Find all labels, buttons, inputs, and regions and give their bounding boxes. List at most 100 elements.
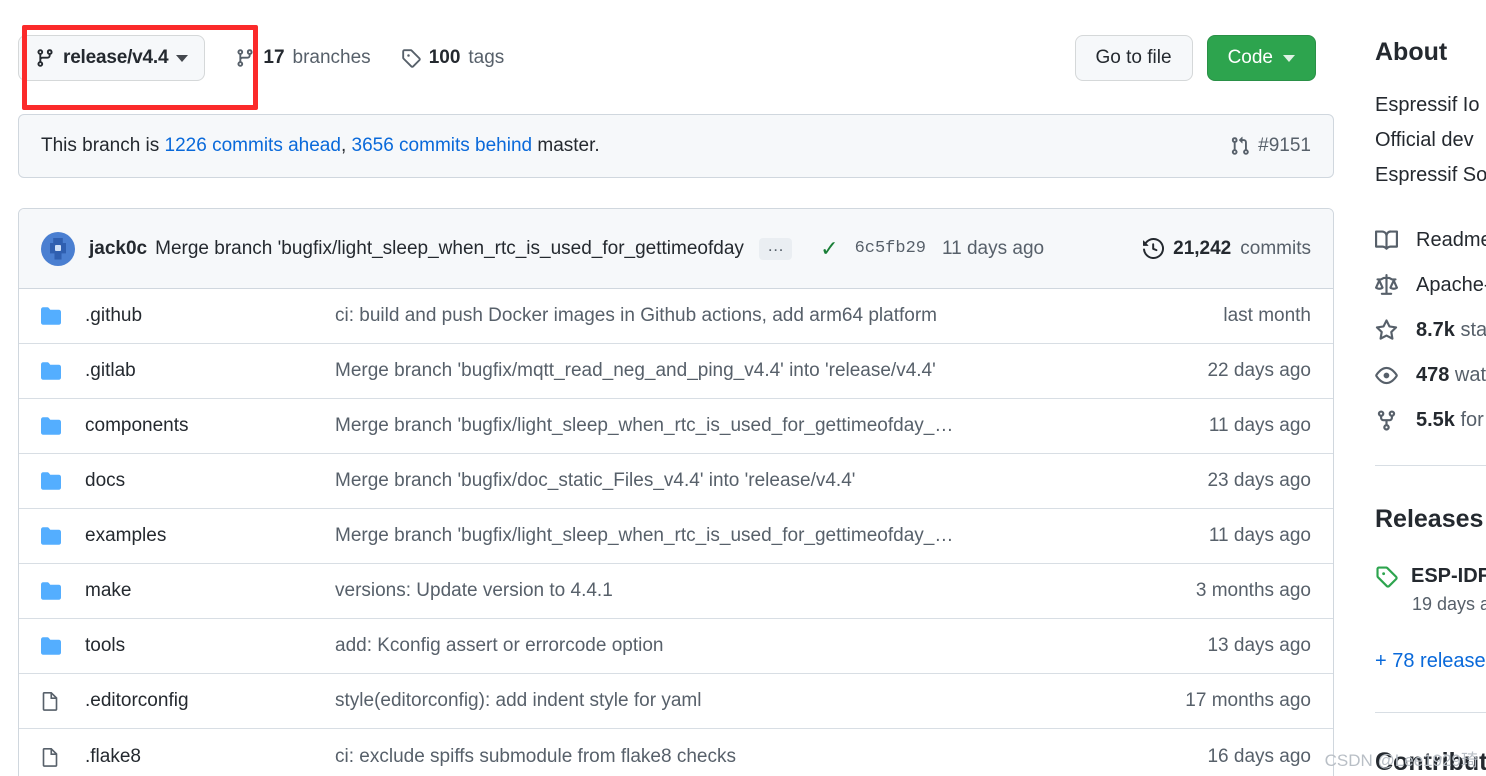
table-row[interactable]: .editorconfig style(editorconfig): add i… xyxy=(19,674,1333,729)
branch-name-label: release/v4.4 xyxy=(63,47,169,68)
history-clock-icon xyxy=(1143,238,1165,259)
license-label: Apache- xyxy=(1416,274,1486,296)
file-commit-message[interactable]: Merge branch 'bugfix/doc_static_Files_v4… xyxy=(335,470,1207,492)
forks-value: 5.5k xyxy=(1416,409,1455,431)
repository-main-column: release/v4.4 17 branches 100 tags Go to … xyxy=(0,0,1352,776)
file-name-link[interactable]: docs xyxy=(85,470,335,492)
about-meta-list: Readme Apache- 8.7k sta 478 wat 5.5k for xyxy=(1375,218,1486,443)
branch-status-separator: , xyxy=(340,135,352,156)
file-commit-message[interactable]: ci: build and push Docker images in Gith… xyxy=(335,305,1223,327)
file-commit-message[interactable]: Merge branch 'bugfix/mqtt_read_neg_and_p… xyxy=(335,360,1207,382)
table-row[interactable]: make versions: Update version to 4.4.1 3… xyxy=(19,564,1333,619)
release-age: 19 days ag xyxy=(1412,594,1486,614)
file-name-link[interactable]: .editorconfig xyxy=(85,690,335,712)
branches-count-link[interactable]: 17 branches xyxy=(235,47,371,69)
watchers-value: 478 xyxy=(1416,364,1450,386)
file-age: 13 days ago xyxy=(1207,635,1311,656)
file-commit-message[interactable]: Merge branch 'bugfix/light_sleep_when_rt… xyxy=(335,415,1209,437)
latest-commit-header: jack0c Merge branch 'bugfix/light_sleep_… xyxy=(19,209,1333,289)
file-name-link[interactable]: examples xyxy=(85,525,335,547)
table-row[interactable]: .gitlab Merge branch 'bugfix/mqtt_read_n… xyxy=(19,344,1333,399)
file-commit-message[interactable]: ci: exclude spiffs submodule from flake8… xyxy=(335,746,1207,768)
commit-author-link[interactable]: jack0c xyxy=(89,238,147,260)
file-name-link[interactable]: make xyxy=(85,580,335,602)
file-commit-message[interactable]: versions: Update version to 4.4.1 xyxy=(335,580,1196,602)
releases-heading-row: Releases 7 xyxy=(1375,505,1486,534)
file-commit-message[interactable]: style(editorconfig): add indent style fo… xyxy=(335,690,1185,712)
tags-label: tags xyxy=(468,47,505,68)
check-success-icon[interactable]: ✓ xyxy=(820,237,838,260)
watchers-link[interactable]: 478 wat xyxy=(1375,353,1486,398)
file-name-link[interactable]: .gitlab xyxy=(85,360,335,382)
table-row[interactable]: examples Merge branch 'bugfix/light_slee… xyxy=(19,509,1333,564)
forks-label: for xyxy=(1454,409,1484,431)
tags-count-link[interactable]: 100 tags xyxy=(401,47,505,69)
code-button-label: Code xyxy=(1227,47,1273,68)
contributors-heading: Contributo xyxy=(1375,748,1486,776)
pull-request-number: #9151 xyxy=(1258,135,1311,156)
stars-label: sta xyxy=(1454,319,1486,341)
star-icon xyxy=(1375,319,1399,342)
branch-selector-button[interactable]: release/v4.4 xyxy=(18,35,206,81)
git-branch-icon xyxy=(35,48,55,68)
more-releases-link[interactable]: + 78 release xyxy=(1375,650,1486,673)
sidebar-divider xyxy=(1375,465,1486,466)
sidebar-divider-2 xyxy=(1375,712,1486,713)
chevron-down-icon xyxy=(176,54,189,62)
file-age: 11 days ago xyxy=(1208,525,1311,546)
license-link[interactable]: Apache- xyxy=(1375,263,1486,308)
folder-icon xyxy=(41,361,63,381)
git-branch-icon xyxy=(235,48,255,68)
chevron-down-icon xyxy=(1283,54,1295,62)
branches-count: 17 xyxy=(263,47,285,68)
stars-link[interactable]: 8.7k sta xyxy=(1375,308,1486,353)
stars-count: 8.7k sta xyxy=(1416,319,1486,342)
folder-icon xyxy=(41,416,63,436)
file-listing-box: jack0c Merge branch 'bugfix/light_sleep_… xyxy=(18,208,1334,776)
release-tag-icon xyxy=(1375,565,1398,588)
commits-behind-link[interactable]: 3656 commits behind xyxy=(352,135,533,156)
repository-sidebar: About Espressif Io Official dev Espressi… xyxy=(1353,0,1486,776)
file-icon xyxy=(41,747,63,767)
file-name-link[interactable]: tools xyxy=(85,635,335,657)
watchers-count: 478 wat xyxy=(1416,364,1486,387)
commit-history-link[interactable]: 21,242 commits xyxy=(1143,238,1311,260)
file-age: 11 days ago xyxy=(1208,415,1311,436)
release-name[interactable]: ESP-IDF xyxy=(1411,565,1486,588)
latest-release-item[interactable]: ESP-IDF 19 days ag xyxy=(1375,565,1486,615)
commits-ahead-link[interactable]: 1226 commits ahead xyxy=(165,135,341,156)
watchers-label: wat xyxy=(1449,364,1486,386)
table-row[interactable]: tools add: Kconfig assert or errorcode o… xyxy=(19,619,1333,674)
file-commit-message[interactable]: Merge branch 'bugfix/light_sleep_when_rt… xyxy=(335,525,1209,547)
file-name-link[interactable]: .flake8 xyxy=(85,746,335,768)
readme-label: Readme xyxy=(1416,229,1486,251)
folder-icon xyxy=(41,306,63,326)
readme-link[interactable]: Readme xyxy=(1375,218,1486,263)
go-to-file-button[interactable]: Go to file xyxy=(1074,35,1193,81)
pull-request-link[interactable]: #9151 xyxy=(1230,135,1311,157)
pull-request-icon xyxy=(1230,136,1250,156)
forks-link[interactable]: 5.5k for xyxy=(1375,398,1486,443)
file-commit-message[interactable]: add: Kconfig assert or errorcode option xyxy=(335,635,1207,657)
file-icon xyxy=(41,691,63,711)
folder-icon xyxy=(41,636,63,656)
table-row[interactable]: .flake8 ci: exclude spiffs submodule fro… xyxy=(19,729,1333,776)
table-row[interactable]: docs Merge branch 'bugfix/doc_static_Fil… xyxy=(19,454,1333,509)
file-age: 23 days ago xyxy=(1207,470,1311,491)
tags-count: 100 xyxy=(428,47,461,68)
repository-toolbar: release/v4.4 17 branches 100 tags Go to … xyxy=(18,33,1334,83)
table-row[interactable]: components Merge branch 'bugfix/light_sl… xyxy=(19,399,1333,454)
table-row[interactable]: .github ci: build and push Docker images… xyxy=(19,289,1333,344)
commit-message-link[interactable]: Merge branch 'bugfix/light_sleep_when_rt… xyxy=(155,238,745,260)
expand-commit-message-button[interactable]: … xyxy=(759,237,793,260)
file-name-link[interactable]: .github xyxy=(85,305,335,327)
code-button[interactable]: Code xyxy=(1206,35,1316,81)
toolbar-actions: Go to file Code xyxy=(1074,33,1316,83)
folder-icon xyxy=(41,471,63,491)
commit-sha-link[interactable]: 6c5fb29 xyxy=(855,239,926,258)
folder-icon xyxy=(41,526,63,546)
branch-status-suffix: master. xyxy=(532,135,600,156)
file-name-link[interactable]: components xyxy=(85,415,335,437)
branches-label: branches xyxy=(292,47,371,68)
book-icon xyxy=(1375,229,1399,252)
